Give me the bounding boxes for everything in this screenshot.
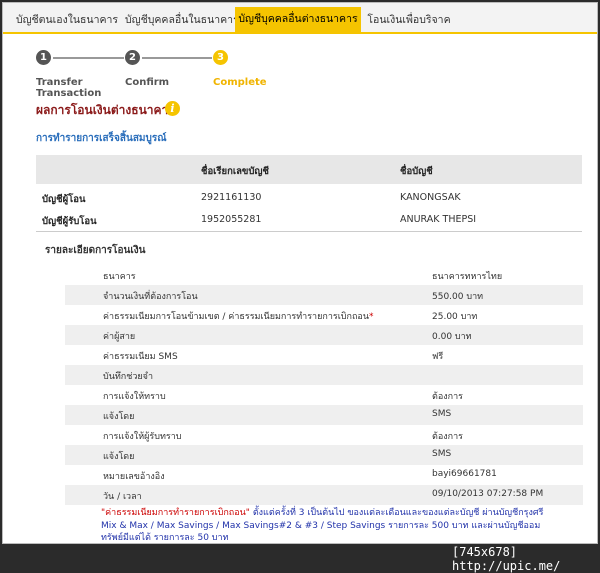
detail-row: ธนาคาร ธนาคารทหารไทย — [65, 265, 583, 285]
detail-row: วัน / เวลา 09/10/2013 07:27:58 PM — [65, 485, 583, 505]
detail-row: ค่าผู้สาย 0.00 บาท — [65, 325, 583, 345]
detail-value: 09/10/2013 07:27:58 PM — [432, 489, 544, 499]
detail-row: จำนวนเงินที่ต้องการโอน 550.00 บาท — [65, 285, 583, 305]
detail-label: ค่าผู้สาย — [103, 332, 136, 342]
detail-value: ต้องการ — [432, 392, 463, 402]
detail-label-text: ค่าธรรมเนียมการโอนข้ามเขต / ค่าธรรมเนียม… — [103, 312, 369, 322]
detail-value: 25.00 บาท — [432, 312, 478, 322]
row-label: บัญชีผู้โอน — [42, 194, 86, 205]
detail-label: ธนาคาร — [103, 272, 136, 282]
detail-row: การแจ้งให้ผู้รับทราบ ต้องการ — [65, 425, 583, 445]
step-3-label: Complete — [213, 77, 267, 88]
account-name: ANURAK THEPSI — [400, 214, 477, 225]
details-section-title: รายละเอียดการโอนเงิน — [45, 245, 146, 256]
detail-row: แจ้งโดย SMS — [65, 405, 583, 425]
tab-other-account-same-bank[interactable]: บัญชีบุคคลอื่นในธนาคาร — [125, 9, 239, 32]
detail-value: ธนาคารทหารไทย — [432, 272, 503, 282]
account-name: KANONGSAK — [400, 192, 461, 203]
detail-label: จำนวนเงินที่ต้องการโอน — [103, 292, 198, 302]
detail-label: แจ้งโดย — [103, 452, 135, 462]
detail-value: 550.00 บาท — [432, 292, 484, 302]
detail-row: หมายเลขอ้างอิง bayi69661781 — [65, 465, 583, 485]
step-3-circle: 3 — [213, 50, 228, 65]
header-account-name: ชื่อบัญชี — [400, 166, 433, 177]
detail-label: แจ้งโดย — [103, 412, 135, 422]
detail-row: ค่าธรรมเนียมการโอนข้ามเขต / ค่าธรรมเนียม… — [65, 305, 583, 325]
account-number: 2921161130 — [201, 192, 262, 203]
complete-message: การทำรายการเสร็จสิ้นสมบูรณ์ — [36, 133, 167, 144]
detail-row: แจ้งโดย SMS — [65, 445, 583, 465]
detail-label: หมายเลขอ้างอิง — [103, 472, 165, 482]
detail-row: ค่าธรรมเนียม SMS ฟรี — [65, 345, 583, 365]
step-connector — [142, 57, 212, 59]
detail-value: SMS — [432, 409, 452, 419]
table-row: บัญชีผู้โอน 2921161130 KANONGSAK — [36, 187, 582, 210]
detail-label: ค่าธรรมเนียม SMS — [103, 352, 178, 362]
table-row: บัญชีผู้รับโอน 1952055281 ANURAK THEPSI — [36, 209, 582, 232]
fee-note-quoted: "ค่าธรรมเนียมการทำรายการเบิกถอน" — [101, 508, 250, 518]
accounts-table-header: ชื่อเรียกเลขบัญชี ชื่อบัญชี — [36, 155, 582, 184]
tab-own-account[interactable]: บัญชีตนเองในธนาคาร — [13, 9, 121, 32]
header-account-number: ชื่อเรียกเลขบัญชี — [201, 166, 269, 177]
step-1-label: Transfer Transaction — [36, 77, 102, 99]
detail-label: วัน / เวลา — [103, 492, 142, 502]
detail-label: การแจ้งให้ทราบ — [103, 392, 166, 402]
detail-label: ค่าธรรมเนียมการโอนข้ามเขต / ค่าธรรมเนียม… — [103, 309, 373, 323]
fee-note: "ค่าธรรมเนียมการทำรายการเบิกถอน" ตั้งแต่… — [101, 507, 551, 543]
tab-bar: บัญชีตนเองในธนาคาร บัญชีบุคคลอื่นในธนาคา… — [3, 3, 597, 34]
step-2-label: Confirm — [125, 77, 170, 88]
required-mark: * — [368, 312, 374, 322]
detail-value: 0.00 บาท — [432, 332, 472, 342]
detail-value: ต้องการ — [432, 432, 463, 442]
detail-value: SMS — [432, 449, 452, 459]
page-frame: บัญชีตนเองในธนาคาร บัญชีบุคคลอื่นในธนาคา… — [2, 2, 598, 544]
row-label: บัญชีผู้รับโอน — [42, 216, 97, 227]
detail-row: การแจ้งให้ทราบ ต้องการ — [65, 385, 583, 405]
result-title: ผลการโอนเงินต่างธนาคาร — [36, 103, 175, 117]
account-number: 1952055281 — [201, 214, 262, 225]
detail-label: บันทึกช่วยจำ — [103, 372, 154, 382]
detail-value: bayi69661781 — [432, 469, 497, 479]
tab-other-bank-account[interactable]: บัญชีบุคคลอื่นต่างธนาคาร — [235, 7, 361, 32]
detail-label: การแจ้งให้ผู้รับทราบ — [103, 432, 182, 442]
step-connector — [53, 57, 124, 59]
info-icon[interactable]: i — [165, 101, 180, 116]
tab-donation-transfer[interactable]: โอนเงินเพื่อบริจาค — [365, 9, 453, 32]
detail-row: บันทึกช่วยจำ — [65, 365, 583, 385]
step-1-circle: 1 — [36, 50, 51, 65]
watermark: [745x678] http://upic.me/ — [452, 545, 561, 573]
step-2-circle: 2 — [125, 50, 140, 65]
detail-value: ฟรี — [432, 352, 444, 362]
